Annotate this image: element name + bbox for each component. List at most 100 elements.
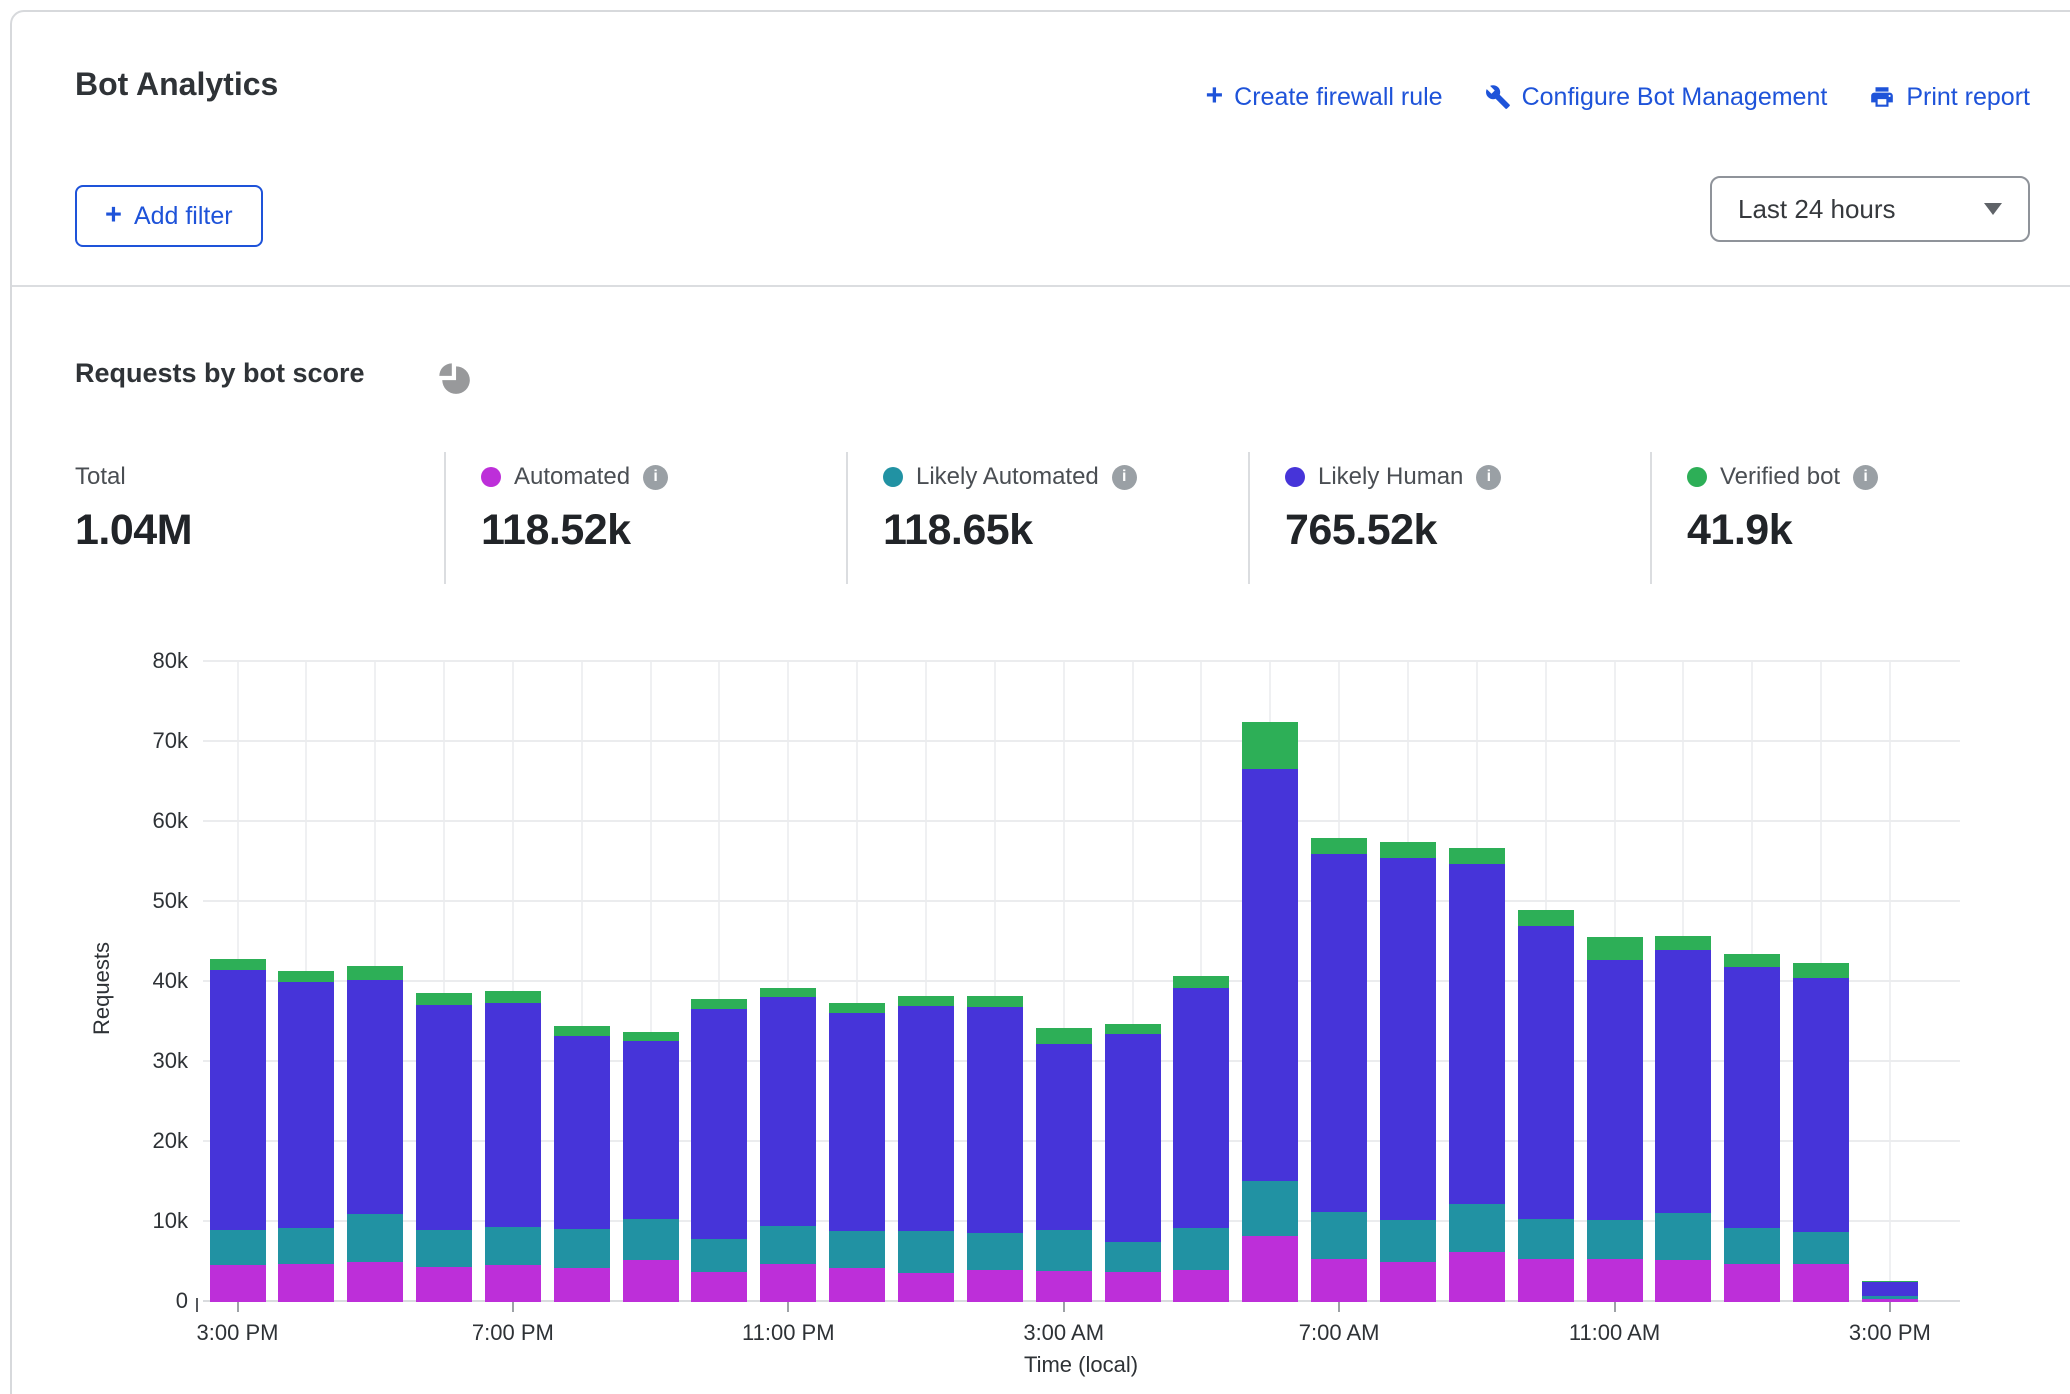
bar-segment-automated [347,1262,403,1302]
bar-segment-likely-automated [1449,1204,1505,1253]
stat-automated: Automated i 118.52k [481,462,668,555]
legend-dot-likely-human [1285,467,1305,487]
bar-200am[interactable] [967,996,1023,1302]
create-firewall-rule-link[interactable]: + Create firewall rule [1206,82,1443,112]
bar-segment-verified-bot [760,988,816,998]
bar-600am[interactable] [1242,722,1298,1302]
bar-300am[interactable] [1036,1028,1092,1302]
bar-segment-automated [1518,1259,1574,1302]
bar-segment-automated [1793,1264,1849,1302]
bar-200pm[interactable] [1793,963,1849,1302]
horizontal-gridline [203,900,1960,902]
bar-segment-likely-human [485,1003,541,1227]
bar-segment-likely-human [278,982,334,1228]
stat-likely-human: Likely Human i 765.52k [1285,462,1501,555]
x-axis-tick [1889,1302,1891,1312]
bar-segment-verified-bot [1380,842,1436,858]
time-range-select[interactable]: Last 24 hours [1710,176,2030,242]
bar-segment-automated [829,1268,885,1302]
bar-100am[interactable] [898,996,954,1302]
legend-dot-automated [481,467,501,487]
bar-segment-verified-bot [623,1032,679,1042]
bar-1100am[interactable] [1587,937,1643,1302]
y-axis-tick [196,1298,198,1312]
bar-segment-automated [416,1267,472,1302]
bar-100pm[interactable] [1724,954,1780,1302]
bar-segment-likely-human [623,1041,679,1219]
x-axis-tick-label: 3:00 AM [1023,1320,1104,1346]
bar-segment-likely-automated [1242,1181,1298,1236]
bar-segment-automated [1587,1259,1643,1302]
bar-500pm[interactable] [347,966,403,1302]
create-firewall-rule-label: Create firewall rule [1234,83,1442,112]
bar-segment-likely-automated [1380,1220,1436,1262]
pie-chart-icon [437,360,473,401]
bar-segment-verified-bot [829,1003,885,1013]
y-axis-tick-label: 20k [98,1128,188,1154]
bar-800pm[interactable] [554,1026,610,1302]
bar-segment-likely-automated [1793,1232,1849,1264]
bar-1000pm[interactable] [691,999,747,1302]
bar-segment-likely-human [1655,950,1711,1213]
x-axis-tick-label: 7:00 AM [1299,1320,1380,1346]
bar-segment-likely-human [1793,978,1849,1233]
info-icon[interactable]: i [643,465,668,490]
bar-segment-likely-automated [1862,1296,1918,1299]
stat-verified-bot-label: Verified bot [1720,463,1840,491]
bar-segment-automated [485,1265,541,1302]
bar-segment-automated [691,1272,747,1302]
bar-segment-automated [1724,1264,1780,1302]
bar-1100pm[interactable] [760,988,816,1302]
legend-dot-verified-bot [1687,467,1707,487]
header-actions: + Create firewall rule Configure Bot Man… [1206,82,2030,112]
bar-900am[interactable] [1449,848,1505,1302]
info-icon[interactable]: i [1853,465,1878,490]
bar-segment-verified-bot [210,959,266,970]
x-axis-tick [1614,1302,1616,1312]
bar-segment-verified-bot [1724,954,1780,967]
y-axis-tick-label: 40k [98,968,188,994]
info-icon[interactable]: i [1112,465,1137,490]
bar-900pm[interactable] [623,1032,679,1302]
bar-400pm[interactable] [278,971,334,1302]
bar-segment-verified-bot [1518,910,1574,926]
stats-divider [1248,452,1250,584]
info-icon[interactable]: i [1476,465,1501,490]
bar-segment-likely-human [829,1013,885,1231]
bar-500am[interactable] [1173,976,1229,1302]
bar-800am[interactable] [1380,842,1436,1302]
bar-segment-verified-bot [1587,937,1643,959]
print-report-link[interactable]: Print report [1869,83,2030,112]
bar-segment-verified-bot [1449,848,1505,864]
bar-1200am[interactable] [829,1003,885,1302]
bar-segment-likely-automated [1105,1242,1161,1272]
bar-segment-likely-automated [485,1227,541,1265]
x-axis-tick-label: 3:00 PM [1849,1320,1931,1346]
bar-300pm[interactable] [1862,1281,1918,1302]
add-filter-button[interactable]: + Add filter [75,185,263,247]
bar-segment-likely-automated [278,1228,334,1265]
stat-verified-bot-value: 41.9k [1687,506,1878,555]
bar-segment-likely-human [1862,1282,1918,1296]
bar-segment-likely-human [1105,1034,1161,1242]
bar-segment-verified-bot [898,996,954,1006]
y-axis-tick-label: 0 [98,1288,188,1314]
bar-700am[interactable] [1311,838,1367,1302]
bar-400am[interactable] [1105,1024,1161,1302]
bar-segment-verified-bot [347,966,403,980]
legend-dot-likely-automated [883,467,903,487]
bar-700pm[interactable] [485,991,541,1302]
bar-segment-verified-bot [1311,838,1367,854]
bar-600pm[interactable] [416,993,472,1302]
bar-segment-likely-human [1724,967,1780,1229]
plus-icon: + [105,201,122,230]
configure-bot-management-link[interactable]: Configure Bot Management [1485,83,1828,112]
bar-1000am[interactable] [1518,910,1574,1302]
stat-total-value: 1.04M [75,506,192,555]
plus-icon: + [1206,81,1224,111]
bar-300pm[interactable] [210,959,266,1302]
requests-by-bot-score-chart [203,662,1960,1302]
bar-1200pm[interactable] [1655,936,1711,1302]
horizontal-gridline [203,820,1960,822]
bar-segment-automated [1105,1272,1161,1302]
